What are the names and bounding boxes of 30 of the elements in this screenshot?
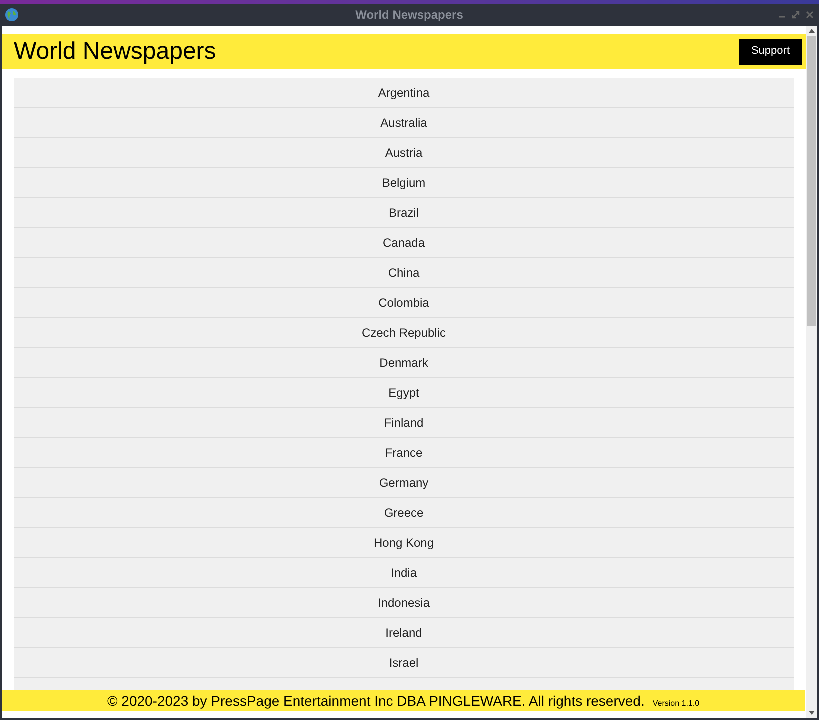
scrollbar[interactable] — [806, 26, 817, 718]
country-item[interactable]: India — [14, 558, 794, 588]
country-item[interactable]: Denmark — [14, 348, 794, 378]
country-item[interactable]: Argentina — [14, 78, 794, 108]
country-item[interactable]: Canada — [14, 228, 794, 258]
app-title: World Newspapers — [14, 36, 216, 66]
country-item[interactable]: Belgium — [14, 168, 794, 198]
country-item[interactable]: Indonesia — [14, 588, 794, 618]
country-item[interactable]: Brazil — [14, 198, 794, 228]
country-item[interactable]: Australia — [14, 108, 794, 138]
scrollbar-thumb[interactable] — [807, 36, 816, 326]
country-item[interactable]: Greece — [14, 498, 794, 528]
country-item[interactable]: Ireland — [14, 618, 794, 648]
country-item[interactable]: Czech Republic — [14, 318, 794, 348]
country-item[interactable]: Finland — [14, 408, 794, 438]
country-item[interactable]: Hong Kong — [14, 528, 794, 558]
close-icon[interactable] — [806, 11, 814, 19]
copyright-text: © 2020-2023 by PressPage Entertainment Inc DBA PINGLEWARE. All rights reserved. — [107, 692, 645, 711]
country-item[interactable]: Austria — [14, 138, 794, 168]
maximize-icon[interactable] — [792, 11, 800, 19]
version-text: Version 1.1.0 — [652, 698, 700, 710]
window-title: World Newspapers — [356, 7, 464, 24]
country-item[interactable]: Egypt — [14, 378, 794, 408]
country-item[interactable]: Israel — [14, 648, 794, 678]
country-item[interactable]: Colombia — [14, 288, 794, 318]
country-item[interactable]: France — [14, 438, 794, 468]
country-item[interactable]: China — [14, 258, 794, 288]
support-button[interactable]: Support — [739, 38, 802, 64]
globe-icon — [5, 8, 19, 22]
country-item[interactable]: Germany — [14, 468, 794, 498]
